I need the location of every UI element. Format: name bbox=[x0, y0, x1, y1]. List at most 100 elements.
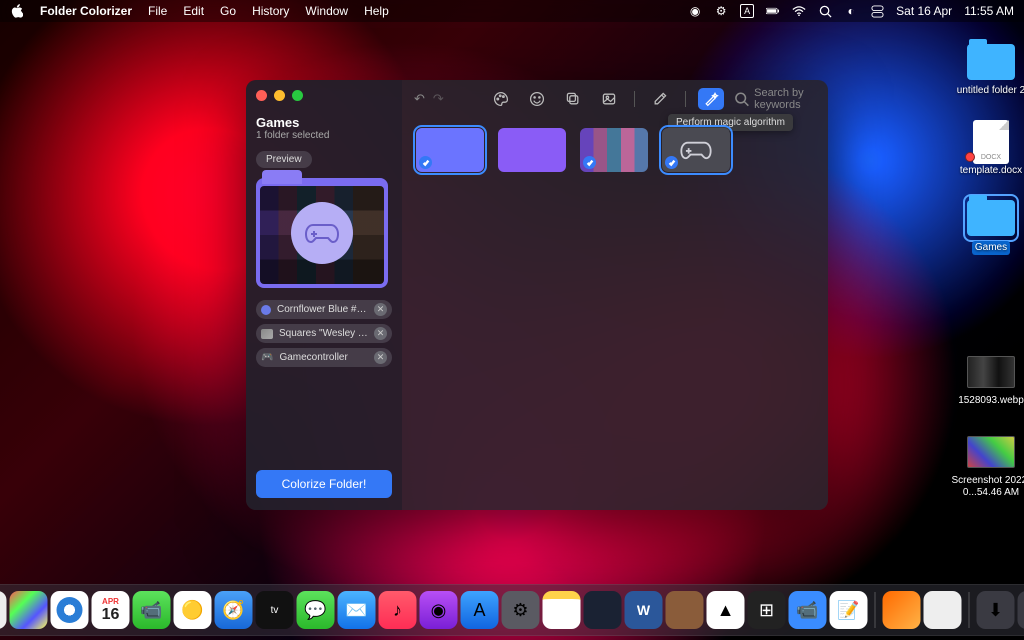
control-center-icon[interactable] bbox=[870, 4, 884, 18]
tag-label: Cornflower Blue #7974... bbox=[277, 304, 368, 315]
dock-word[interactable]: W bbox=[625, 591, 663, 629]
dock-mail[interactable]: ✉️ bbox=[338, 591, 376, 629]
cal-day: 16 bbox=[102, 606, 120, 624]
wifi-icon[interactable] bbox=[792, 4, 806, 18]
dock-calculator[interactable]: ⊞ bbox=[748, 591, 786, 629]
check-icon bbox=[583, 156, 596, 169]
tag-label: Gamecontroller bbox=[279, 352, 368, 363]
redo-icon[interactable]: ↷ bbox=[433, 91, 444, 107]
folder-preview bbox=[256, 178, 388, 288]
dock-textedit[interactable]: 📝 bbox=[830, 591, 868, 629]
dock-appstore[interactable]: A bbox=[461, 591, 499, 629]
desktop-icon-label: template.docx bbox=[960, 165, 1022, 177]
tv-label: tv bbox=[271, 605, 279, 616]
menu-window[interactable]: Window bbox=[305, 4, 348, 18]
desktop-untitled-folder-2[interactable]: untitled folder 2 bbox=[951, 42, 1024, 97]
desktop-template-docx[interactable]: DOCX template.docx bbox=[951, 122, 1024, 177]
desktop-icon-label: Games bbox=[972, 241, 1010, 255]
spotlight-icon[interactable] bbox=[818, 4, 832, 18]
dock-launchpad[interactable] bbox=[10, 591, 48, 629]
folder-icon bbox=[967, 200, 1015, 236]
minimize-button[interactable] bbox=[274, 90, 285, 101]
menu-go[interactable]: Go bbox=[220, 4, 236, 18]
controller-mini-icon: 🎮 bbox=[261, 352, 273, 363]
docx-icon: DOCX bbox=[973, 120, 1009, 164]
main-panel: ↶ ↷ Search by keywords Perform magic alg… bbox=[402, 80, 828, 510]
remove-tag-icon[interactable]: ✕ bbox=[374, 327, 387, 340]
menubar-app-name[interactable]: Folder Colorizer bbox=[40, 4, 132, 18]
result-mosaic[interactable] bbox=[580, 128, 648, 172]
result-controller[interactable] bbox=[662, 128, 730, 172]
palette-icon[interactable] bbox=[488, 88, 514, 110]
tag-cornflower-blue[interactable]: Cornflower Blue #7974... ✕ bbox=[256, 300, 392, 319]
copy-icon[interactable] bbox=[560, 88, 586, 110]
dock-app-1[interactable] bbox=[883, 591, 921, 629]
dock-vlc[interactable]: ▲ bbox=[707, 591, 745, 629]
menu-help[interactable]: Help bbox=[364, 4, 389, 18]
desktop-screenshot-file[interactable]: Screenshot 2022-0...54.46 AM bbox=[951, 432, 1024, 499]
battery-icon[interactable] bbox=[766, 4, 780, 18]
dock-zoom[interactable]: 📹 bbox=[789, 591, 827, 629]
webp-icon bbox=[967, 356, 1015, 388]
dock-downloads[interactable]: ⬇ bbox=[977, 591, 1015, 629]
desktop-icon-label: Screenshot 2022-0...54.46 AM bbox=[951, 475, 1024, 499]
search-field[interactable]: Search by keywords bbox=[734, 87, 828, 111]
sidebar: Games 1 folder selected Preview Cornflow… bbox=[246, 80, 402, 510]
dock-settings[interactable]: ⚙ bbox=[502, 591, 540, 629]
color-dot-icon bbox=[261, 305, 271, 315]
menu-file[interactable]: File bbox=[148, 4, 167, 18]
undo-icon[interactable]: ↶ bbox=[414, 91, 425, 107]
colorize-button[interactable]: Colorize Folder! bbox=[256, 470, 392, 498]
cloud-missing-icon bbox=[965, 152, 975, 162]
dock-app-2[interactable] bbox=[924, 591, 962, 629]
result-blue[interactable] bbox=[416, 128, 484, 172]
remove-tag-icon[interactable]: ✕ bbox=[374, 351, 387, 364]
emoji-icon[interactable] bbox=[524, 88, 550, 110]
record-icon[interactable]: ◉ bbox=[688, 4, 702, 18]
dock-calendar[interactable]: APR16 bbox=[92, 591, 130, 629]
controller-icon bbox=[291, 202, 353, 264]
dock-trash[interactable]: 🗑 bbox=[1018, 591, 1024, 629]
thumb-icon bbox=[261, 329, 273, 339]
dock-music[interactable]: ♪ bbox=[379, 591, 417, 629]
dock-compass[interactable]: 🧭 bbox=[215, 591, 253, 629]
tag-squares[interactable]: Squares "Wesley Tinge... ✕ bbox=[256, 324, 392, 343]
menu-edit[interactable]: Edit bbox=[183, 4, 204, 18]
dock-lol[interactable] bbox=[584, 591, 622, 629]
apple-logo-icon[interactable] bbox=[10, 4, 24, 18]
dock-safari[interactable] bbox=[51, 591, 89, 629]
maximize-button[interactable] bbox=[292, 90, 303, 101]
dock-utility[interactable] bbox=[666, 591, 704, 629]
search-placeholder: Search by keywords bbox=[754, 87, 828, 111]
search-icon bbox=[734, 91, 749, 107]
desktop-games-folder[interactable]: Games bbox=[951, 198, 1024, 255]
menu-history[interactable]: History bbox=[252, 4, 289, 18]
tuning-icon[interactable]: ⚙ bbox=[714, 4, 728, 18]
menubar-date[interactable]: Sat 16 Apr bbox=[896, 4, 952, 18]
dock-finder[interactable] bbox=[0, 591, 7, 629]
remove-tag-icon[interactable]: ✕ bbox=[374, 303, 387, 316]
toolbar-separator bbox=[685, 91, 686, 107]
controller-icon bbox=[679, 139, 713, 161]
toolbar-separator bbox=[634, 91, 635, 107]
tag-gamecontroller[interactable]: 🎮 Gamecontroller ✕ bbox=[256, 348, 392, 367]
eyedropper-icon[interactable] bbox=[647, 88, 673, 110]
magic-icon[interactable] bbox=[698, 88, 724, 110]
dock-chrome[interactable]: 🟡 bbox=[174, 591, 212, 629]
result-purple[interactable] bbox=[498, 128, 566, 172]
dock-messages[interactable]: 💬 bbox=[297, 591, 335, 629]
desktop-webp-file[interactable]: 1528093.webp bbox=[951, 352, 1024, 407]
input-a-icon[interactable]: A bbox=[740, 4, 754, 18]
dock-appletv[interactable]: tv bbox=[256, 591, 294, 629]
screenshot-icon bbox=[967, 436, 1015, 468]
menubar-time[interactable]: 11:55 AM bbox=[964, 4, 1014, 18]
desktop-icon-label: untitled folder 2 bbox=[957, 85, 1024, 97]
close-button[interactable] bbox=[256, 90, 267, 101]
user-icon[interactable]: ◐ bbox=[844, 4, 858, 18]
folder-icon bbox=[967, 44, 1015, 80]
image-icon[interactable] bbox=[596, 88, 622, 110]
check-icon bbox=[665, 156, 678, 169]
dock-podcasts[interactable]: ◉ bbox=[420, 591, 458, 629]
dock-notes[interactable] bbox=[543, 591, 581, 629]
dock-facetime[interactable]: 📹 bbox=[133, 591, 171, 629]
